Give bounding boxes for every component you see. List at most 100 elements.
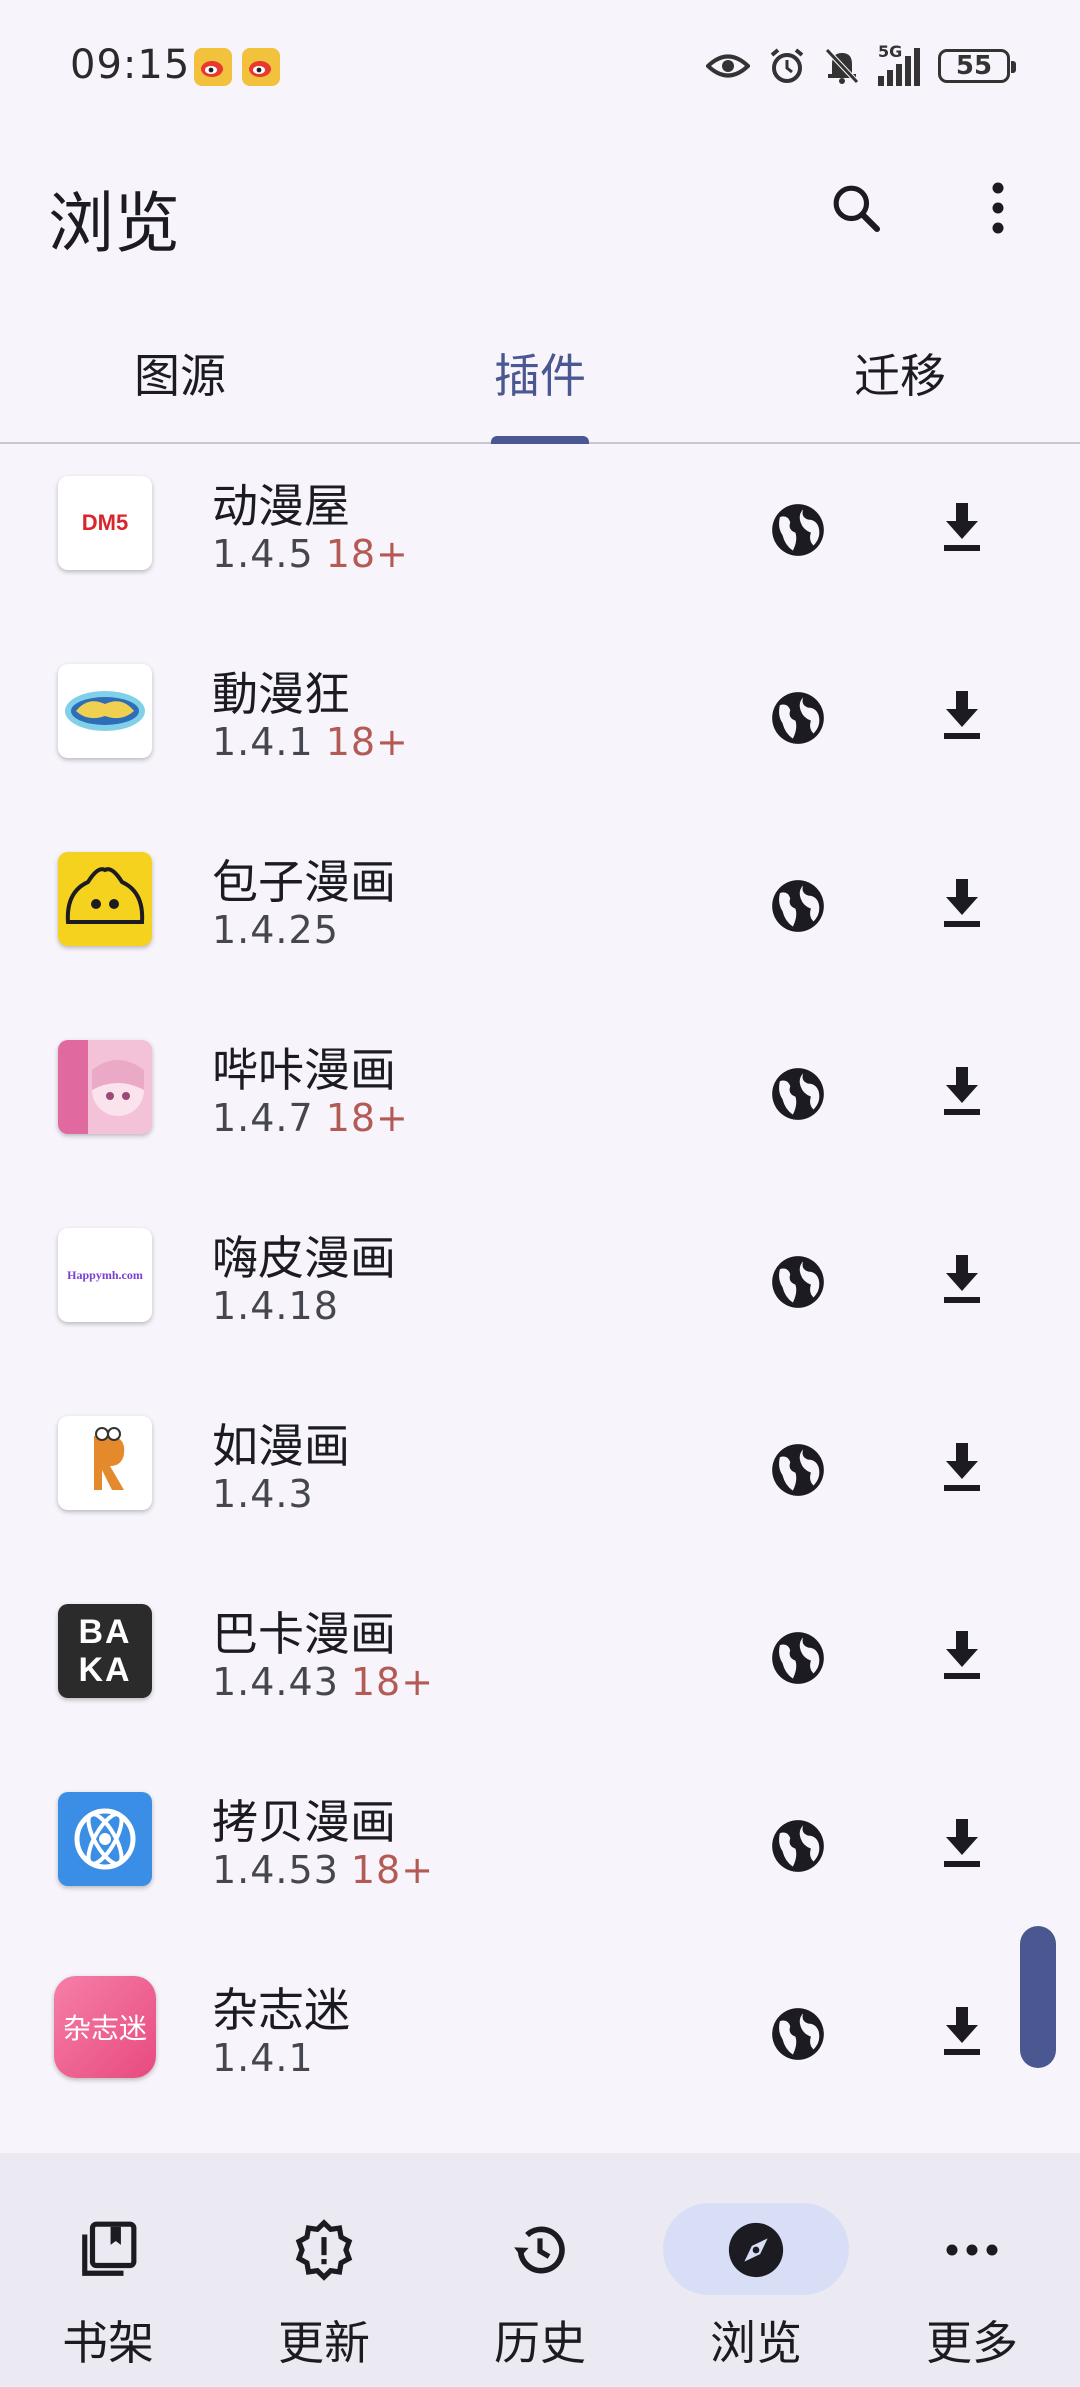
network-type: 5G — [878, 42, 903, 61]
install-button[interactable] — [922, 1050, 1002, 1130]
nav-label: 更新 — [278, 2316, 370, 2370]
nav-label: 历史 — [494, 2316, 586, 2370]
globe-icon — [772, 692, 824, 744]
nav-library[interactable]: 书架 — [0, 2179, 216, 2370]
logo-text: BAKA — [78, 1613, 132, 1689]
extension-logo — [58, 664, 152, 758]
status-time: 09:15 — [70, 42, 191, 88]
open-website-button[interactable] — [758, 678, 838, 758]
extension-name: 動漫狂 — [212, 667, 350, 721]
mute-bell-icon — [825, 48, 859, 84]
extension-logo: 杂志迷 — [54, 1976, 156, 2078]
globe-icon — [772, 1444, 824, 1496]
status-bar: 09:15 5G 55 — [0, 0, 1080, 130]
open-website-button[interactable] — [758, 1618, 838, 1698]
globe-icon — [772, 504, 824, 556]
download-icon — [944, 1255, 980, 1303]
list-item[interactable]: BAKA 巴卡漫画 1.4.43 18+ — [0, 1574, 1080, 1762]
search-button[interactable] — [818, 170, 894, 246]
open-website-button[interactable] — [758, 1994, 838, 2074]
open-website-button[interactable] — [758, 1242, 838, 1322]
extension-version: 1.4.3 — [212, 1472, 314, 1516]
library-icon — [82, 2221, 137, 2276]
open-website-button[interactable] — [758, 1430, 838, 1510]
extension-meta: 1.4.25 — [212, 908, 351, 952]
extension-version: 1.4.1 — [212, 2036, 314, 2080]
extension-version: 1.4.1 — [212, 720, 314, 764]
nsfw-badge: 18+ — [325, 720, 409, 764]
extension-logo: DM5 — [58, 476, 152, 570]
install-button[interactable] — [922, 1238, 1002, 1318]
extension-meta: 1.4.5 18+ — [212, 532, 409, 576]
nav-browse[interactable]: 浏览 — [648, 2179, 864, 2370]
tab-extensions[interactable]: 插件 — [360, 340, 720, 406]
scrollbar-thumb[interactable] — [1020, 1926, 1056, 2068]
extension-version: 1.4.53 — [212, 1848, 339, 1892]
page-title: 浏览 — [48, 185, 180, 262]
extension-name: 哔咔漫画 — [212, 1043, 396, 1097]
extension-version: 1.4.43 — [212, 1660, 339, 1704]
extension-version: 1.4.7 — [212, 1096, 314, 1140]
install-button[interactable] — [922, 1990, 1002, 2070]
active-tab-indicator — [491, 436, 589, 444]
nav-label: 更多 — [926, 2316, 1018, 2370]
list-item[interactable]: 包子漫画 1.4.25 — [0, 822, 1080, 1010]
nav-label: 浏览 — [710, 2316, 802, 2370]
install-button[interactable] — [922, 1802, 1002, 1882]
globe-icon — [772, 1820, 824, 1872]
install-button[interactable] — [922, 1614, 1002, 1694]
open-website-button[interactable] — [758, 1054, 838, 1134]
list-item[interactable]: DM5 动漫屋 1.4.5 18+ — [0, 446, 1080, 634]
globe-icon — [772, 2008, 824, 2060]
nav-history[interactable]: 历史 — [432, 2179, 648, 2370]
open-website-button[interactable] — [758, 866, 838, 946]
list-item[interactable]: 動漫狂 1.4.1 18+ — [0, 634, 1080, 822]
list-item[interactable]: 杂志迷 杂志迷 1.4.1 — [0, 1950, 1080, 2138]
extension-logo: Happymh.com — [58, 1228, 152, 1322]
more-options-button[interactable] — [960, 170, 1036, 246]
nav-more[interactable]: 更多 — [864, 2179, 1080, 2370]
install-button[interactable] — [922, 862, 1002, 942]
extension-name: 动漫屋 — [212, 479, 350, 533]
extension-logo — [58, 1416, 152, 1510]
extension-meta: 1.4.43 18+ — [212, 1660, 434, 1704]
extension-logo — [58, 1792, 152, 1886]
globe-icon — [772, 1068, 824, 1120]
download-icon — [944, 1819, 980, 1867]
logo-text: Happymh.com — [67, 1267, 143, 1282]
tab-sources[interactable]: 图源 — [0, 340, 360, 406]
open-website-button[interactable] — [758, 1806, 838, 1886]
open-website-button[interactable] — [758, 490, 838, 570]
list-item[interactable]: 如漫画 1.4.3 — [0, 1386, 1080, 1574]
extension-name: 拷贝漫画 — [212, 1795, 396, 1849]
nsfw-badge: 18+ — [325, 532, 409, 576]
extension-name: 杂志迷 — [212, 1983, 350, 2037]
install-button[interactable] — [922, 1426, 1002, 1506]
nsfw-badge: 18+ — [350, 1848, 435, 1892]
install-button[interactable] — [922, 674, 1002, 754]
nav-label: 书架 — [62, 2316, 154, 2370]
install-button[interactable] — [922, 486, 1002, 566]
tab-migrate[interactable]: 迁移 — [720, 340, 1080, 406]
list-item[interactable]: Happymh.com 嗨皮漫画 1.4.18 — [0, 1198, 1080, 1386]
download-icon — [944, 879, 980, 927]
list-item[interactable]: 哔咔漫画 1.4.7 18+ — [0, 1010, 1080, 1198]
extension-name: 包子漫画 — [212, 855, 396, 909]
updates-icon — [295, 2219, 353, 2281]
app-bar: 浏览 — [0, 150, 1080, 270]
nav-updates[interactable]: 更新 — [216, 2179, 432, 2370]
logo-text: DM5 — [81, 510, 129, 535]
explore-icon — [728, 2222, 784, 2278]
globe-icon — [772, 880, 824, 932]
alarm-icon — [770, 48, 804, 83]
nsfw-badge: 18+ — [350, 1660, 435, 1704]
list-item[interactable]: 拷贝漫画 1.4.53 18+ — [0, 1762, 1080, 1950]
history-icon — [514, 2226, 565, 2274]
globe-icon — [772, 1632, 824, 1684]
logo-text: 杂志迷 — [62, 2014, 147, 2045]
extension-name: 嗨皮漫画 — [212, 1231, 396, 1285]
battery-indicator: 55 — [938, 49, 1016, 83]
eye-icon — [706, 54, 750, 78]
weibo-notification-icon — [242, 48, 280, 86]
nsfw-badge: 18+ — [325, 1096, 409, 1140]
